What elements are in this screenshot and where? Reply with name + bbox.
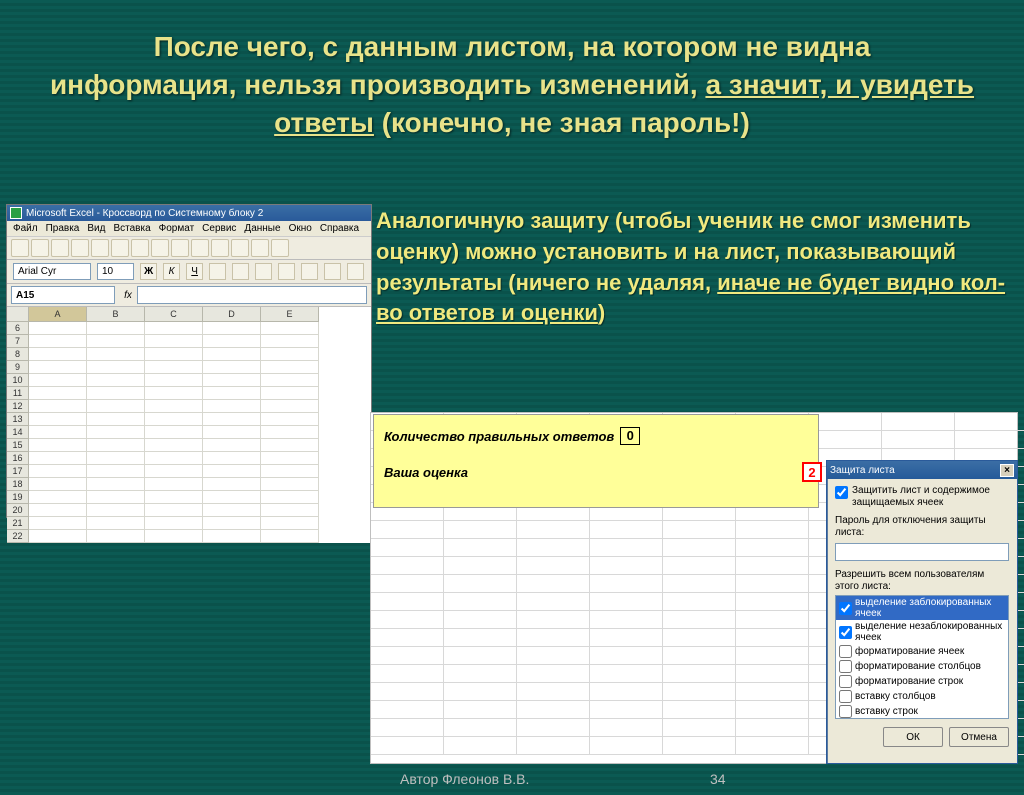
footer-page-number: 34 (710, 771, 726, 787)
correct-answers-label: Количество правильных ответов (384, 429, 614, 444)
fontsize-selector[interactable]: 10 (97, 263, 134, 280)
menu-item[interactable]: Вид (87, 223, 105, 234)
close-icon[interactable]: × (1000, 464, 1014, 477)
permission-item[interactable]: форматирование ячеек (836, 644, 1008, 659)
permissions-label: Разрешить всем пользователям этого листа… (835, 569, 1009, 593)
grade-label: Ваша оценка (384, 465, 468, 480)
dialog-title: Защита листа (830, 465, 895, 476)
password-input[interactable] (835, 543, 1009, 561)
permissions-listbox[interactable]: выделение заблокированных ячееквыделение… (835, 595, 1009, 719)
correct-answers-value: 0 (620, 427, 640, 445)
permission-item[interactable]: форматирование столбцов (836, 659, 1008, 674)
menu-item[interactable]: Сервис (202, 223, 236, 234)
protect-sheet-dialog: Защита листа × Защитить лист и содержимо… (826, 460, 1018, 764)
excel-window: Microsoft Excel - Кроссворд по Системном… (6, 204, 372, 518)
excel-grid[interactable]: 678910111213141516171819202122 ABCDE (7, 307, 371, 543)
password-label: Пароль для отключения защиты листа: (835, 515, 1009, 539)
cancel-button[interactable]: Отмена (949, 727, 1009, 747)
result-panel: Количество правильных ответов 0 Ваша оце… (373, 414, 819, 508)
slide-title: После чего, с данным листом, на котором … (30, 28, 994, 141)
permission-item[interactable]: вставку строк (836, 704, 1008, 719)
permission-item[interactable]: выделение заблокированных ячеек (836, 596, 1008, 620)
dialog-titlebar[interactable]: Защита листа × (827, 461, 1017, 479)
protect-checkbox-label: Защитить лист и содержимое защищаемых яч… (852, 485, 1009, 509)
permission-item[interactable]: вставку столбцов (836, 689, 1008, 704)
menu-item[interactable]: Правка (46, 223, 80, 234)
font-selector[interactable]: Arial Cyr (13, 263, 91, 280)
menu-item[interactable]: Файл (13, 223, 38, 234)
grade-value: 2 (802, 462, 822, 482)
protect-checkbox[interactable] (835, 486, 848, 499)
menu-item[interactable]: Вставка (113, 223, 150, 234)
formula-bar[interactable] (137, 286, 367, 304)
italic-button[interactable]: К (163, 263, 180, 280)
fx-icon[interactable]: fx (119, 290, 137, 301)
excel-title: Microsoft Excel - Кроссворд по Системном… (26, 208, 263, 219)
slide-body: Аналогичную защиту (чтобы ученик не смог… (376, 206, 1006, 329)
excel-toolbar-format[interactable]: Arial Cyr 10 Ж К Ч (7, 260, 371, 284)
menu-item[interactable]: Формат (159, 223, 195, 234)
menu-item[interactable]: Окно (289, 223, 312, 234)
underline-button[interactable]: Ч (186, 263, 203, 280)
name-box[interactable]: A15 (11, 286, 115, 304)
permission-item[interactable]: выделение незаблокированных ячеек (836, 620, 1008, 644)
excel-titlebar[interactable]: Microsoft Excel - Кроссворд по Системном… (7, 205, 371, 221)
bold-button[interactable]: Ж (140, 263, 157, 280)
menu-item[interactable]: Справка (320, 223, 359, 234)
excel-menubar[interactable]: Файл Правка Вид Вставка Формат Сервис Данные Ок… (7, 221, 371, 236)
excel-toolbar-standard[interactable] (7, 236, 371, 260)
excel-app-icon (10, 207, 22, 219)
footer-author: Автор Флеонов В.В. (400, 771, 529, 787)
menu-item[interactable]: Данные (244, 223, 280, 234)
ok-button[interactable]: ОК (883, 727, 943, 747)
permission-item[interactable]: форматирование строк (836, 674, 1008, 689)
